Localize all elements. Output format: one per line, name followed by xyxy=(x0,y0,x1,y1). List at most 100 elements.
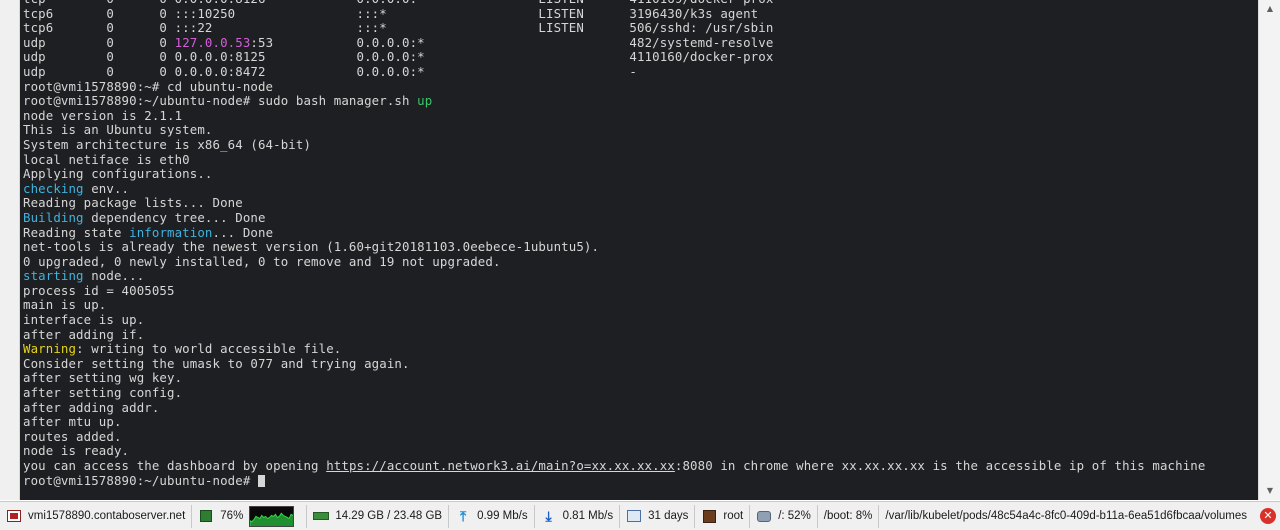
terminal-text: tcp6 0 0 :::22 :::* LISTEN 506/sshd: /us… xyxy=(23,20,774,36)
terminal-text: dependency tree... Done xyxy=(83,209,266,225)
vertical-scrollbar[interactable]: ▲ ▼ xyxy=(1258,0,1280,500)
terminal-text: udp 0 0 xyxy=(23,34,175,50)
download-arrow-icon: ⤓ xyxy=(545,507,552,524)
status-user[interactable]: root xyxy=(695,504,751,528)
terminal-text: 0 upgraded, 0 newly installed, 0 to remo… xyxy=(23,253,501,269)
terminal-text: node... xyxy=(83,268,145,284)
terminal-text: main is up. xyxy=(23,297,107,313)
terminal-text: System architecture is x86_64 (64-bit) xyxy=(23,136,312,152)
cpu-value: 76% xyxy=(220,510,244,522)
status-path[interactable]: /var/lib/kubelet/pods/48c54a4c-8fc0-409d… xyxy=(879,505,1277,528)
terminal-text: root@vmi1578890:~# cd ubuntu-node xyxy=(23,78,274,94)
terminal-text: This is an Ubuntu system. xyxy=(23,122,213,138)
disk-icon xyxy=(756,509,772,523)
terminal-text: routes added. xyxy=(23,428,122,444)
server-icon xyxy=(6,509,22,523)
user-icon xyxy=(701,509,717,523)
terminal-window[interactable]: tcp 0 0 0.0.0.0:8126 0.0.0.0:* LISTEN 41… xyxy=(20,0,1258,500)
terminal-line: after setting wg key. xyxy=(23,371,1205,386)
terminal-output: tcp 0 0 0.0.0.0:8126 0.0.0.0:* LISTEN 41… xyxy=(23,0,1205,488)
terminal-line: Consider setting the umask to 077 and tr… xyxy=(23,355,1205,372)
status-memory[interactable]: 14.29 GB / 23.48 GB xyxy=(307,504,450,528)
terminal-text: :8080 in chrome where xx.xx.xx.xx is the… xyxy=(674,458,1206,473)
terminal-line: Warning: writing to world accessible fil… xyxy=(23,341,1205,357)
terminal-text: Consider setting the umask to 077 and tr… xyxy=(23,355,410,371)
terminal-line: checking env.. xyxy=(23,180,1205,197)
terminal-text: you can access the dashboard by opening xyxy=(23,458,327,473)
terminal-text: after setting wg key. xyxy=(23,370,183,386)
status-bar: vmi1578890.contaboserver.net 76% 14.29 G… xyxy=(0,501,1280,530)
terminal-text: node is ready. xyxy=(23,443,130,459)
terminal-line: interface is up. xyxy=(23,312,1205,328)
terminal-text: udp 0 0 0.0.0.0:8125 0.0.0.0:* 4110160/d… xyxy=(23,49,774,65)
terminal-text: 127.0.0.53 xyxy=(174,34,251,50)
terminal-line: 0 upgraded, 0 newly installed, 0 to remo… xyxy=(23,253,1205,270)
terminal-line: tcp6 0 0 :::10250 :::* LISTEN 3196430/k3… xyxy=(23,5,1205,22)
status-uptime[interactable]: 31 days xyxy=(620,504,696,528)
terminal-text: Reading state xyxy=(23,224,130,240)
terminal-text: Warning xyxy=(23,341,77,357)
upload-value: 0.99 Mb/s xyxy=(477,510,528,522)
terminal-line: root@vmi1578890:~/ubuntu-node# xyxy=(23,472,1205,489)
download-value: 0.81 Mb/s xyxy=(562,510,614,522)
left-gutter xyxy=(0,0,20,500)
boot-disk-value: /boot: 8% xyxy=(823,510,873,522)
terminal-text: root@vmi1578890:~/ubuntu-node# sudo bash… xyxy=(23,93,418,109)
scroll-down-icon[interactable]: ▼ xyxy=(1259,482,1280,500)
status-download[interactable]: ⤓ 0.81 Mb/s xyxy=(535,504,621,528)
terminal-line: tcp6 0 0 :::22 :::* LISTEN 506/sshd: /us… xyxy=(23,20,1205,36)
terminal-text: interface is up. xyxy=(23,312,145,328)
terminal-line: after adding addr. xyxy=(23,399,1205,416)
terminal-line: process id = 4005055 xyxy=(23,282,1205,299)
terminal-line: udp 0 0 0.0.0.0:8125 0.0.0.0:* 4110160/d… xyxy=(23,50,1205,65)
terminal-cursor xyxy=(257,474,265,487)
terminal-text: node version is 2.1.1 xyxy=(23,107,183,123)
terminal-text: after setting config. xyxy=(23,385,183,401)
host-label: vmi1578890.contaboserver.net xyxy=(28,510,186,522)
terminal-line: net-tools is already the newest version … xyxy=(23,239,1205,255)
terminal-text: tcp6 0 0 :::10250 :::* LISTEN 3196430/k3… xyxy=(23,5,759,21)
status-root-disk[interactable]: /: 52% xyxy=(750,504,818,528)
status-cpu[interactable]: 76% xyxy=(192,504,308,528)
status-boot-disk[interactable]: /boot: 8% xyxy=(818,504,880,528)
scroll-up-icon[interactable]: ▲ xyxy=(1259,0,1280,18)
terminal-line: Reading package lists... Done xyxy=(23,196,1205,211)
terminal-line: node version is 2.1.1 xyxy=(23,107,1205,124)
terminal-line: starting node... xyxy=(23,268,1205,284)
status-upload[interactable]: ⤒ 0.99 Mb/s xyxy=(449,504,535,528)
terminal-line: Applying configurations.. xyxy=(23,166,1205,182)
terminal-text: root@vmi1578890:~/ubuntu-node# xyxy=(23,472,258,488)
status-host[interactable]: vmi1578890.contaboserver.net xyxy=(0,504,193,528)
terminal-text: checking xyxy=(23,180,84,196)
terminal-line: Building dependency tree... Done xyxy=(23,209,1205,226)
terminal-line: System architecture is x86_64 (64-bit) xyxy=(23,136,1205,153)
terminal-text: ... Done xyxy=(212,224,274,240)
terminal-line: main is up. xyxy=(23,298,1205,313)
terminal-line: routes added. xyxy=(23,428,1205,445)
terminal-line: root@vmi1578890:~/ubuntu-node# sudo bash… xyxy=(23,93,1205,109)
terminal-text: Building xyxy=(23,209,84,225)
terminal-text: after adding addr. xyxy=(23,399,160,415)
terminal-text: up xyxy=(417,93,433,109)
memory-icon xyxy=(313,509,330,523)
path-value: /var/lib/kubelet/pods/48c54a4c-8fc0-409d… xyxy=(885,510,1248,522)
error-icon[interactable]: ✕ xyxy=(1260,508,1276,524)
terminal-text: :53 0.0.0.0:* 482/systemd-resolve xyxy=(250,34,774,50)
terminal-line: root@vmi1578890:~# cd ubuntu-node xyxy=(23,78,1205,95)
uptime-value: 31 days xyxy=(648,510,689,522)
terminal-line: Reading state information... Done xyxy=(23,224,1205,241)
memory-value: 14.29 GB / 23.48 GB xyxy=(335,510,443,522)
terminal-text: env.. xyxy=(83,180,130,196)
terminal-line: you can access the dashboard by opening … xyxy=(23,458,1206,474)
terminal-text: : writing to world accessible file. xyxy=(76,341,342,357)
dashboard-link[interactable]: https://account.network3.ai/main?o=xx.xx… xyxy=(326,458,675,473)
terminal-text: information xyxy=(129,224,213,240)
terminal-text: starting xyxy=(23,268,84,284)
terminal-text: Applying configurations.. xyxy=(23,166,213,182)
terminal-line: local netiface is eth0 xyxy=(23,152,1205,168)
terminal-text: process id = 4005055 xyxy=(23,282,175,298)
calendar-icon xyxy=(626,509,642,523)
terminal-text: after adding if. xyxy=(23,326,145,342)
terminal-text: Reading package lists... Done xyxy=(23,195,243,211)
cpu-icon xyxy=(198,509,214,523)
